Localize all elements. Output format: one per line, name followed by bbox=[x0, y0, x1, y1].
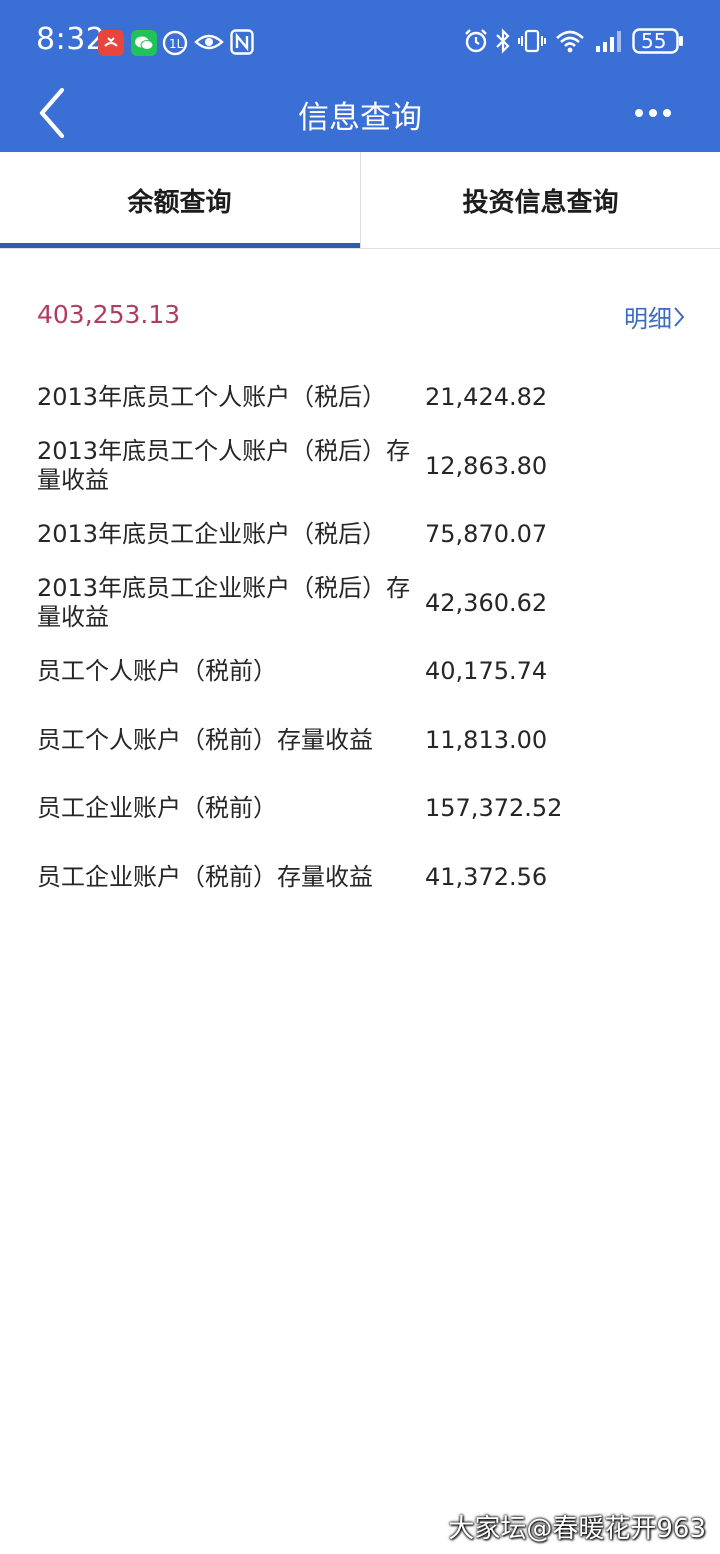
alarm-icon bbox=[463, 28, 489, 58]
status-time: 8:32 bbox=[36, 22, 106, 57]
balance-row-value: 40,175.74 bbox=[425, 657, 548, 685]
balance-row-value: 157,372.52 bbox=[425, 794, 563, 822]
balance-row-value: 21,424.82 bbox=[425, 383, 548, 411]
balance-row-label: 员工企业账户（税前） bbox=[37, 794, 277, 822]
balance-row-value: 75,870.07 bbox=[425, 520, 548, 548]
balance-row-label: 2013年底员工个人账户（税后）存量收益 bbox=[37, 437, 411, 494]
app-header: 8:32 1L 55 信息查询 bbox=[0, 0, 720, 152]
more-button[interactable] bbox=[628, 98, 678, 128]
detail-link[interactable]: 明细 bbox=[624, 299, 686, 334]
wechat-icon bbox=[131, 30, 157, 60]
page-title: 信息查询 bbox=[298, 100, 422, 136]
detail-link-label: 明细 bbox=[624, 305, 672, 333]
battery-level: 55 bbox=[641, 29, 667, 53]
signal-icon bbox=[595, 28, 625, 58]
balance-row-label: 2013年底员工企业账户（税后）存量收益 bbox=[37, 574, 411, 631]
balance-row-label: 员工个人账户（税前）存量收益 bbox=[37, 726, 373, 754]
chevron-right-icon bbox=[674, 306, 685, 327]
balance-row-label: 2013年底员工企业账户（税后） bbox=[37, 520, 387, 548]
total-balance: 403,253.13 bbox=[37, 300, 181, 329]
bluetooth-icon bbox=[494, 28, 512, 58]
balance-row-value: 11,813.00 bbox=[425, 726, 548, 754]
active-tab-indicator bbox=[0, 243, 360, 248]
balance-row-label: 员工个人账户（税前） bbox=[37, 657, 277, 685]
watermark: 大家坛@春暖花开963 bbox=[448, 1514, 706, 1544]
balance-row-label: 员工企业账户（税前）存量收益 bbox=[37, 863, 373, 891]
balance-row-label: 2013年底员工个人账户（税后） bbox=[37, 383, 387, 411]
app-notification-icon: 1L bbox=[162, 30, 188, 60]
balance-row-value: 12,863.80 bbox=[425, 452, 548, 480]
tab-bar: 余额查询 投资信息查询 bbox=[0, 152, 720, 249]
balance-row-value: 41,372.56 bbox=[425, 863, 548, 891]
svg-text:1L: 1L bbox=[169, 37, 184, 51]
vibrate-icon bbox=[518, 28, 546, 58]
title-bar: 信息查询 bbox=[0, 72, 720, 152]
nfc-icon bbox=[230, 29, 254, 59]
missed-call-icon bbox=[98, 30, 124, 60]
wifi-icon bbox=[555, 28, 585, 58]
eye-icon bbox=[194, 30, 224, 58]
tab-investment-query[interactable]: 投资信息查询 bbox=[360, 152, 720, 248]
tab-balance-query[interactable]: 余额查询 bbox=[0, 152, 359, 248]
balance-row-value: 42,360.62 bbox=[425, 589, 548, 617]
more-dots-icon bbox=[635, 109, 671, 117]
